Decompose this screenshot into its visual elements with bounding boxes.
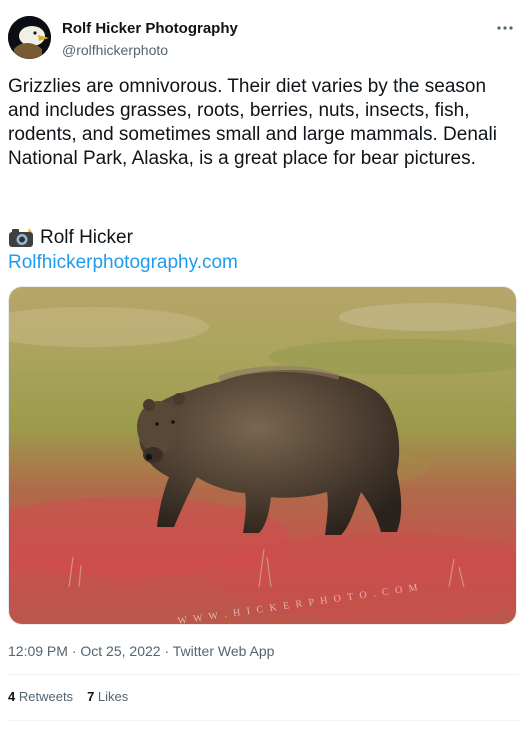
tweet-stats: 4 Retweets 7 Likes <box>8 689 128 705</box>
eagle-avatar-icon <box>8 16 51 59</box>
tweet-meta: 12:09 PM · Oct 25, 2022 · Twitter Web Ap… <box>8 642 274 660</box>
camera-with-flash-icon <box>8 228 34 248</box>
author-avatar[interactable] <box>8 16 51 59</box>
divider <box>8 720 519 721</box>
meta-separator: · <box>67 643 81 659</box>
divider <box>8 674 519 675</box>
likes-stat[interactable]: 7 Likes <box>87 689 128 705</box>
likes-label: Likes <box>97 689 129 704</box>
tweet-photo[interactable]: W W W . H I C K E R P H O T O . C O M <box>8 286 517 625</box>
tweet-text: Grizzlies are omnivorous. Their diet var… <box>8 76 497 169</box>
author-name[interactable]: Rolf Hicker Photography <box>62 20 238 38</box>
tweet-header: Rolf Hicker Photography @rolfhickerphoto <box>8 16 519 62</box>
website-link[interactable]: Rolfhickerphotography.com <box>8 250 238 276</box>
likes-count: 7 <box>87 689 95 704</box>
retweets-label: Retweets <box>18 689 74 704</box>
more-options-icon[interactable] <box>493 18 517 38</box>
retweets-count: 4 <box>8 689 16 704</box>
signature-line: Rolf Hicker <box>8 225 133 251</box>
author-handle[interactable]: @rolfhickerphoto <box>62 41 238 59</box>
tweet-time[interactable]: 12:09 PM <box>8 643 68 659</box>
retweets-stat[interactable]: 4 Retweets <box>8 689 73 705</box>
signature-text: Rolf Hicker <box>40 227 133 248</box>
meta-separator: · <box>160 643 173 659</box>
tweet-date[interactable]: Oct 25, 2022 <box>80 643 160 659</box>
tweet-source[interactable]: Twitter Web App <box>173 643 275 659</box>
